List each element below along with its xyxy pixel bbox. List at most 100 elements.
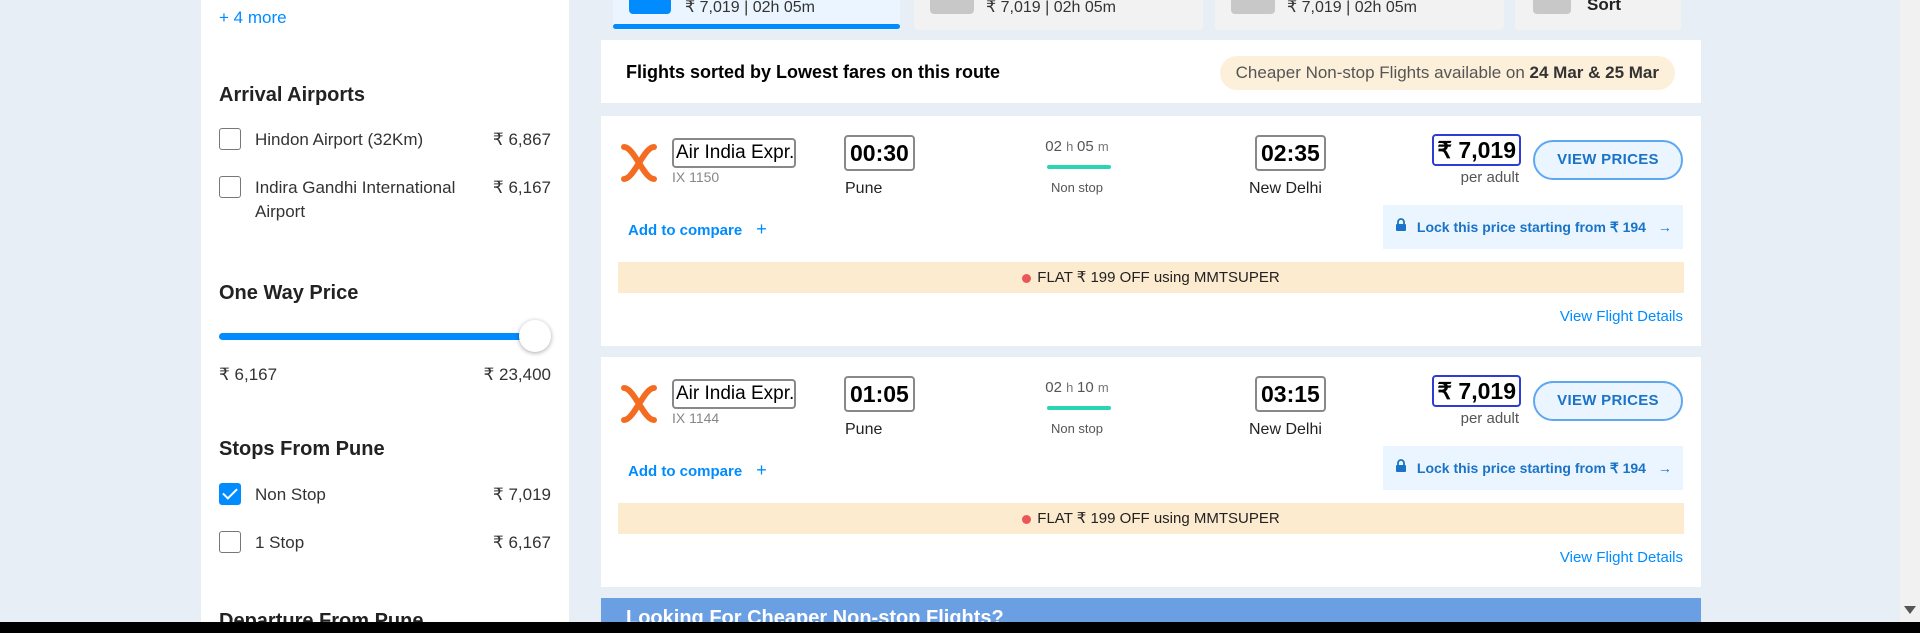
sort-tab-cheapest-value: ₹ 7,019 | 02h 05m [685,0,815,16]
airline-name: Air India Expr... [672,138,796,168]
duration-hours: 02 [1045,138,1062,155]
active-tab-underline [613,24,900,29]
arrival-city: New Delhi [1249,180,1322,197]
cheaper-flights-banner[interactable]: Looking For Cheaper Non-stop Flights? [601,598,1701,622]
price-slider-max: ₹ 23,400 [483,365,551,384]
price-slider-handle[interactable] [519,320,551,352]
add-to-compare-label: Add to compare [628,463,743,480]
arrival-city: New Delhi [1249,421,1322,438]
viewport: + 4 more Arrival Airports Hindon Airport… [0,0,1900,622]
non-stop-label: Non Stop [255,485,326,504]
non-stop-price: ₹ 7,019 [492,485,551,504]
sorted-by-text: Flights sorted by Lowest fares on this r… [626,62,1001,82]
offer-dot-icon [1022,273,1032,283]
hindon-checkbox[interactable] [219,128,241,150]
lock-price-text: Lock this price starting from ₹ 194 [1416,219,1646,235]
departure-time: 01:05 [844,376,915,412]
indira-gandhi-checkbox[interactable] [219,176,241,198]
filter-row-non-stop[interactable]: Non Stop ₹ 7,019 [219,483,551,511]
offer-text: FLAT ₹ 199 OFF using MMTSUPER [1037,510,1280,527]
price-slider-track[interactable] [219,333,534,340]
flight-card: Air India Expr... IX 1150 00:30 Pune 02 … [601,116,1701,346]
hindon-price: ₹ 6,867 [492,130,551,149]
airline-name: Air India Expr... [672,379,796,409]
arrow-right-icon: → [1657,219,1672,235]
duration-bar [1047,406,1111,410]
bottom-strip [0,622,1920,633]
air-india-express-logo-icon [621,144,657,182]
departure-time: 00:30 [844,135,915,171]
sort-tab-second[interactable]: ₹ 7,019 | 02h 05m [914,0,1203,30]
duration-hours: 02 [1045,379,1062,396]
sort-tab-third-icon [1231,0,1275,14]
one-stop-price: ₹ 6,167 [492,533,551,552]
offer-dot-icon [1022,514,1032,524]
sort-tab-third-value: ₹ 7,019 | 02h 05m [1287,0,1417,16]
page-scrollbar[interactable] [1900,0,1920,633]
non-stop-checkbox[interactable] [219,483,241,505]
hindon-label: Hindon Airport (32Km) [255,130,424,149]
one-way-price-title: One Way Price [219,282,359,304]
offer-banner: FLAT ₹ 199 OFF using MMTSUPER [618,262,1684,293]
cheaper-pill-dates: 24 Mar & 25 Mar [1529,63,1659,82]
offer-text: FLAT ₹ 199 OFF using MMTSUPER [1037,269,1280,286]
departure-city: Pune [845,421,883,438]
cheaper-nonstop-pill[interactable]: Cheaper Non-stop Flights available on 24… [1219,56,1675,90]
add-to-compare-link[interactable]: Add to compare + [628,219,767,240]
sort-menu-tab[interactable]: Sort [1515,0,1681,30]
arrival-time: 02:35 [1255,135,1326,171]
lock-price-link[interactable]: Lock this price starting from ₹ 194 → [1383,205,1683,249]
duration-minutes: 10 [1077,379,1094,396]
flight-number: IX 1144 [672,410,720,426]
view-prices-button[interactable]: VIEW PRICES [1533,381,1683,421]
departure-city: Pune [845,180,883,197]
cheapest-icon [629,0,671,14]
price-slider-min: ₹ 6,167 [219,365,278,384]
duration-minutes: 05 [1077,138,1094,155]
sort-info-bar: Flights sorted by Lowest fares on this r… [601,40,1701,103]
sort-tab-second-value: ₹ 7,019 | 02h 05m [986,0,1116,16]
departure-title: Departure From Pune [219,610,424,622]
sort-tab-third[interactable]: ₹ 7,019 | 02h 05m [1215,0,1504,30]
plus-icon: + [756,219,767,239]
lock-price-text: Lock this price starting from ₹ 194 [1416,460,1646,476]
lock-icon [1396,459,1406,472]
stops-label: Non stop [1050,421,1104,436]
filters-sidebar: + 4 more Arrival Airports Hindon Airport… [201,0,569,622]
sort-icon [1533,0,1571,14]
sort-title: Sort [1587,0,1621,14]
view-prices-button[interactable]: VIEW PRICES [1533,140,1683,180]
arrow-right-icon: → [1657,460,1672,476]
stops-label: Non stop [1050,180,1104,195]
cheaper-pill-prefix: Cheaper Non-stop Flights available on [1235,63,1525,82]
flight-duration: 02 h 10 m [1045,379,1109,396]
filter-row-hindon[interactable]: Hindon Airport (32Km) ₹ 6,867 [219,128,551,156]
flight-price: ₹ 7,019 [1432,134,1521,166]
more-airports-link[interactable]: + 4 more [219,8,287,28]
per-adult-label: per adult [1460,169,1519,186]
stops-title: Stops From Pune [219,438,385,460]
flight-price: ₹ 7,019 [1432,375,1521,407]
air-india-express-logo-icon [621,385,657,423]
lock-price-link[interactable]: Lock this price starting from ₹ 194 → [1383,446,1683,490]
filter-row-indira-gandhi[interactable]: Indira Gandhi International Airport ₹ 6,… [219,176,551,226]
flight-card: Air India Expr... IX 1144 01:05 Pune 02 … [601,357,1701,587]
indira-gandhi-label: Indira Gandhi International Airport [255,178,456,221]
view-flight-details-link[interactable]: View Flight Details [1560,549,1683,566]
offer-banner: FLAT ₹ 199 OFF using MMTSUPER [618,503,1684,534]
add-to-compare-link[interactable]: Add to compare + [628,460,767,481]
arrival-time: 03:15 [1255,376,1326,412]
sort-tab-second-icon [930,0,974,14]
filter-row-one-stop[interactable]: 1 Stop ₹ 6,167 [219,531,551,559]
arrival-airports-title: Arrival Airports [219,84,365,106]
scroll-down-icon[interactable] [1904,606,1916,614]
plus-icon: + [756,460,767,480]
lock-icon [1396,218,1406,231]
indira-gandhi-price: ₹ 6,167 [492,178,551,197]
one-stop-checkbox[interactable] [219,531,241,553]
one-stop-label: 1 Stop [255,533,305,552]
duration-bar [1047,165,1111,169]
flight-duration: 02 h 05 m [1045,138,1109,155]
view-flight-details-link[interactable]: View Flight Details [1560,308,1683,325]
per-adult-label: per adult [1460,410,1519,427]
